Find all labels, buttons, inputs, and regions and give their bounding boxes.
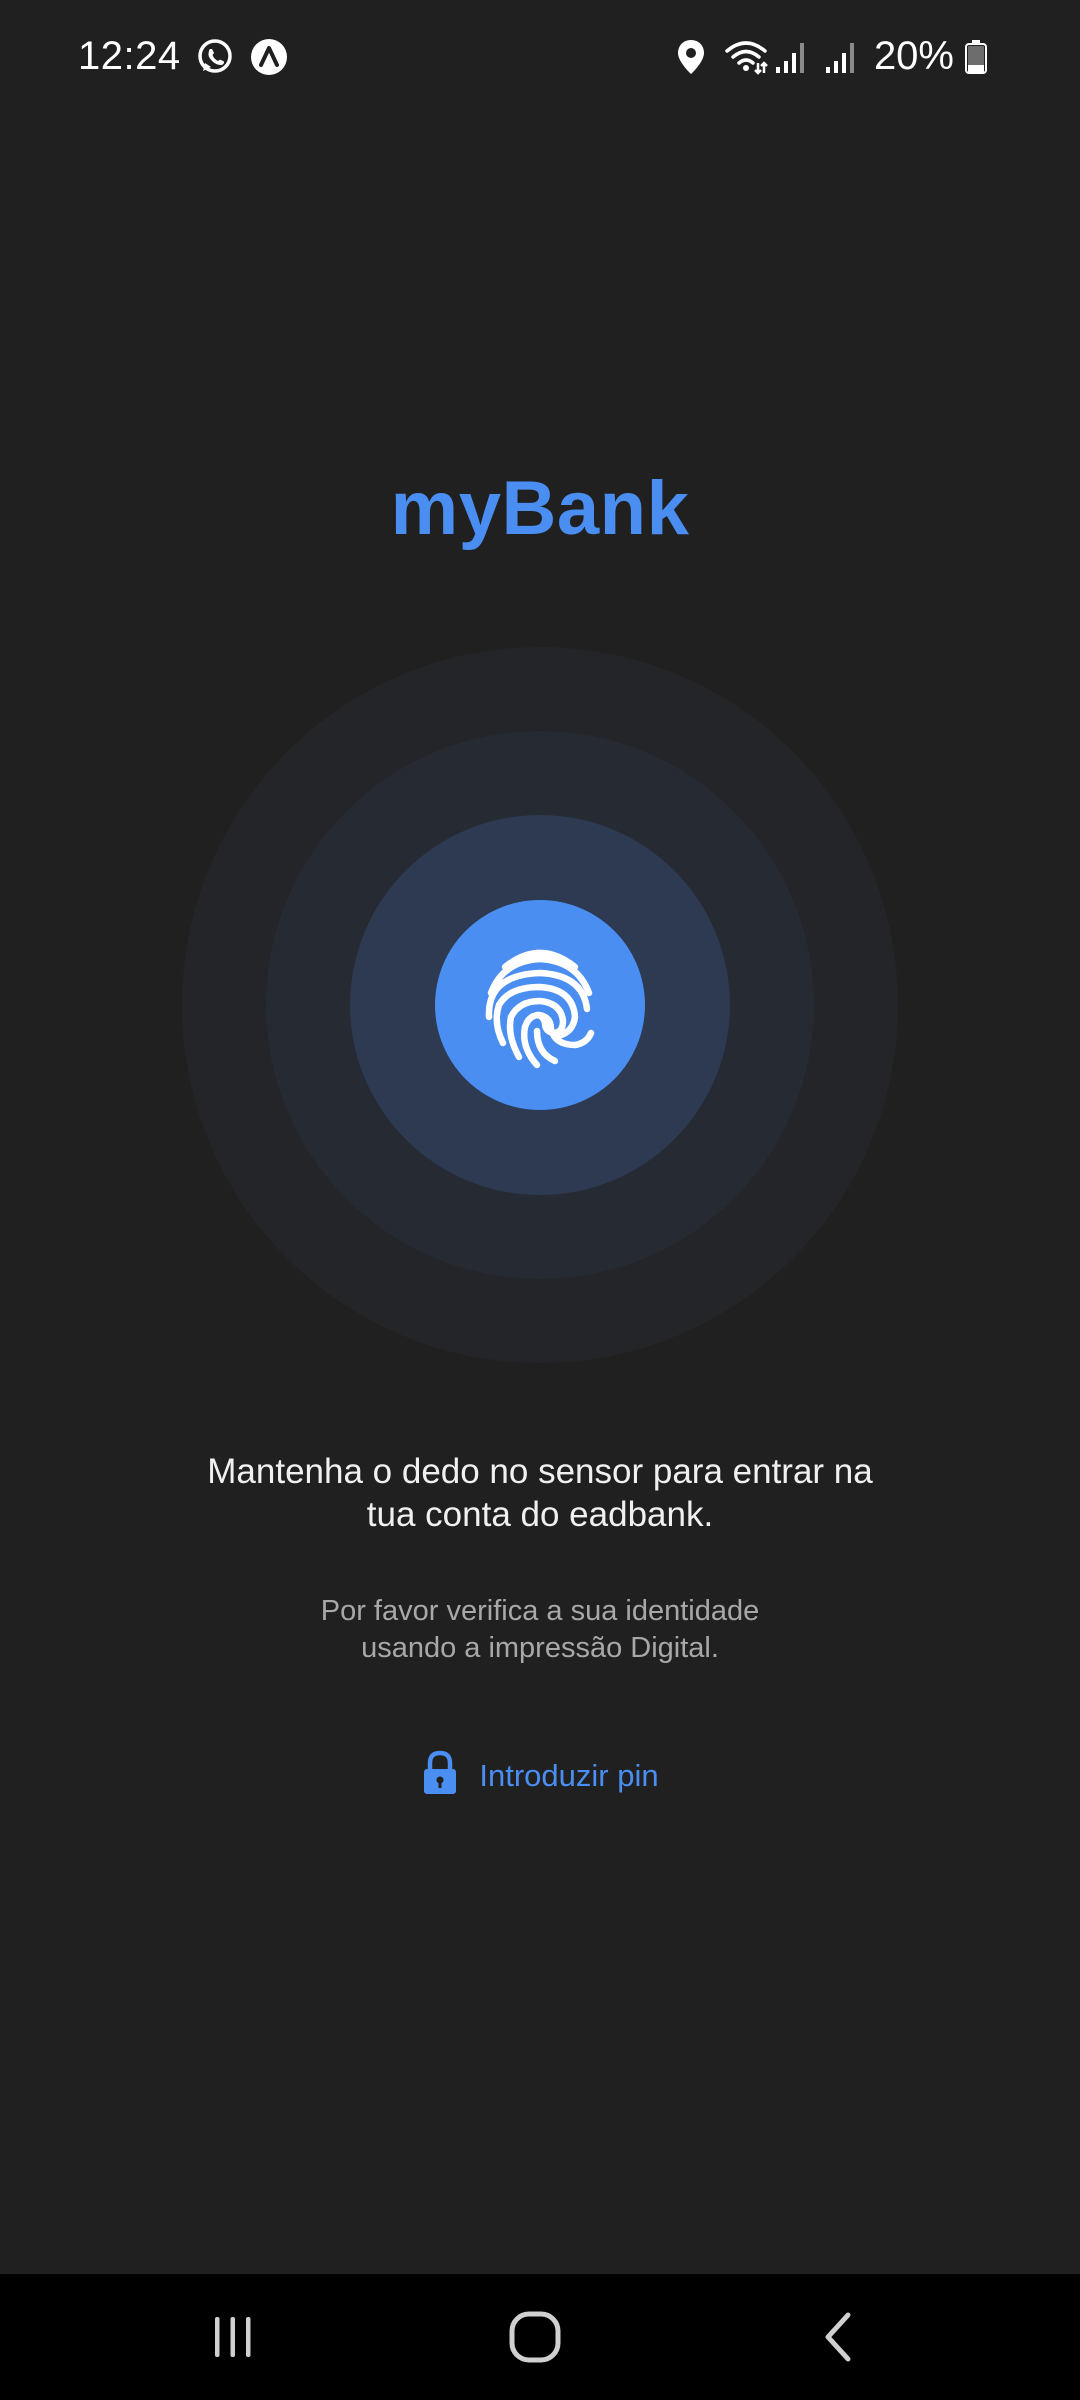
subtitle-line-2: usando a impressão Digital. [361,1632,719,1664]
navigation-bar [0,2274,1080,2400]
enter-pin-label: Introduzir pin [479,1757,659,1793]
app-notification-icon [249,37,289,77]
screen: 12:24 20% myBank Mantenha o dedo no sens… [0,0,1080,2400]
battery-icon [964,37,1004,77]
signal-icon [774,37,814,77]
home-icon [509,2311,561,2363]
enter-pin-link[interactable]: Introduzir pin [0,1750,1080,1801]
status-left: 12:24 [78,34,289,79]
status-right: 20% [674,34,1004,79]
subtitle-text: Por favor verifica a sua identidade usan… [250,1593,830,1667]
whatsapp-icon [195,37,235,77]
recents-icon [215,2317,251,2357]
back-button[interactable] [758,2274,918,2400]
location-icon [674,37,714,77]
instruction-line-2: tua conta do eadbank. [366,1495,714,1534]
fingerprint-icon [485,949,595,1069]
instruction-line-1: Mantenha o dedo no sensor para entrar na [207,1452,873,1491]
signal-icon [824,37,864,77]
status-bar: 12:24 20% [0,0,1080,120]
fingerprint-button[interactable] [435,900,645,1110]
wifi-icon [724,37,768,77]
subtitle-line-1: Por favor verifica a sua identidade [320,1595,760,1627]
app-title: myBank [390,466,690,551]
instruction-text: Mantenha o dedo no sensor para entrar na… [150,1450,930,1536]
back-icon [825,2312,851,2362]
home-button[interactable] [455,2274,615,2400]
lock-icon [421,1750,459,1801]
recents-button[interactable] [153,2274,313,2400]
battery-percentage: 20% [873,34,954,78]
status-time: 12:24 [78,34,181,78]
